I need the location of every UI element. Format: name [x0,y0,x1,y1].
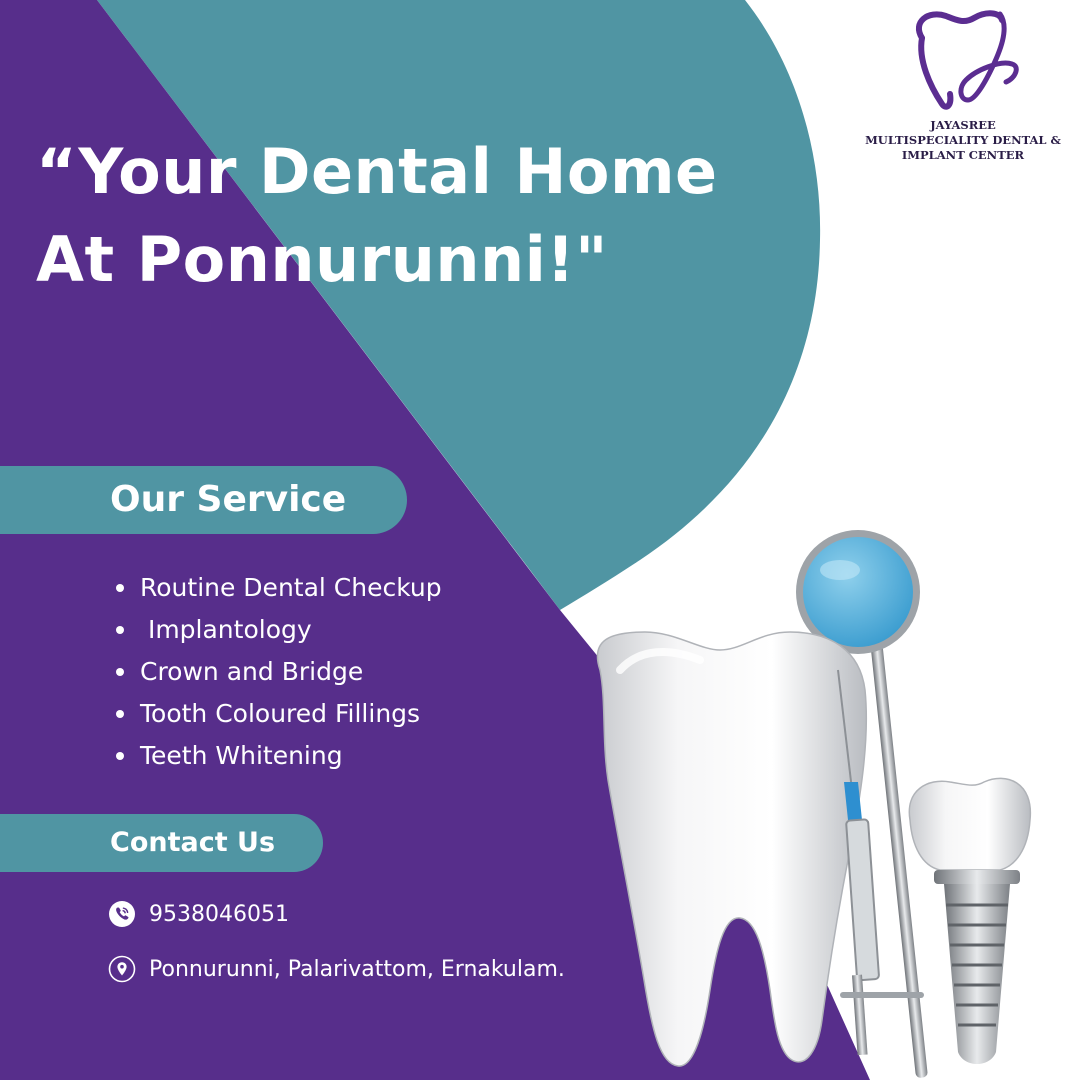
bullet-icon [116,710,124,718]
service-label: Implantology [140,615,312,644]
our-service-heading: Our Service [0,466,407,534]
dental-illustration [596,530,1032,1078]
services-list: Routine Dental Checkup Implantology Crow… [112,567,442,777]
brand-line-2: MULTISPECIALITY DENTAL & [865,133,1061,147]
location-pin-icon [108,955,136,983]
address-row[interactable]: Ponnurunni, Palarivattom, Ernakulam. [108,955,565,983]
phone-row[interactable]: 9538046051 [108,900,289,928]
bullet-icon [116,584,124,592]
brand-line-1: JAYASREE [930,118,996,132]
service-item: Tooth Coloured Fillings [112,693,442,735]
service-item: Implantology [112,609,442,651]
phone-number: 9538046051 [149,901,289,927]
headline-line-1: “Your Dental Home [36,135,718,208]
bullet-icon [116,668,124,676]
service-item: Teeth Whitening [112,735,442,777]
headline-line-2: At Ponnurunni!" [36,223,608,296]
bullet-icon [116,626,124,634]
service-item: Routine Dental Checkup [112,567,442,609]
phone-icon [109,901,135,927]
service-label: Teeth Whitening [140,741,343,770]
service-label: Crown and Bridge [140,657,364,686]
tooth-icon [596,631,868,1067]
headline: “Your Dental Home At Ponnurunni!" [36,128,718,304]
service-label: Tooth Coloured Fillings [140,699,421,728]
poster: “Your Dental Home At Ponnurunni!" Our Se… [0,0,1080,1080]
address-text: Ponnurunni, Palarivattom, Ernakulam. [149,956,565,982]
bullet-icon [116,752,124,760]
service-item: Crown and Bridge [112,651,442,693]
brand-line-3: IMPLANT CENTER [901,148,1025,162]
contact-us-heading: Contact Us [0,814,323,872]
brand-name: JAYASREE MULTISPECIALITY DENTAL & IMPLAN… [848,118,1078,163]
service-label: Routine Dental Checkup [140,573,442,602]
dental-implant-icon [908,777,1032,1064]
